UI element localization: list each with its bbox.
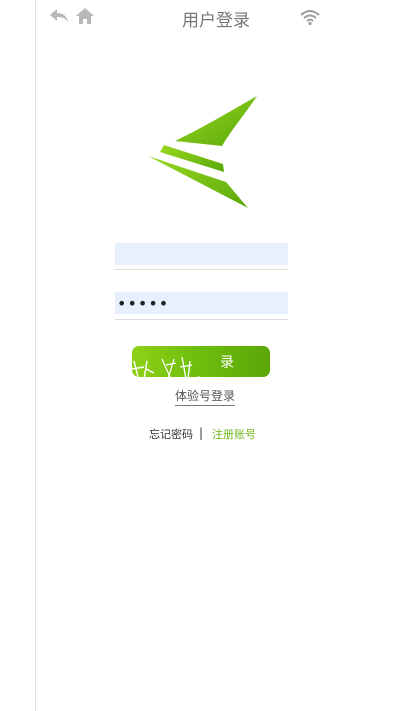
register-link[interactable]: 注册账号 [212,426,256,442]
trial-login-link[interactable]: 体验号登录 [175,387,236,406]
login-watermark [131,356,201,380]
link-separator: | [199,426,204,440]
left-divider [35,0,36,711]
forgot-password-link[interactable]: 忘记密码 [149,426,193,442]
top-bar: 用户登录 [0,0,400,34]
login-button-label: 录 [220,355,234,371]
page-title: 用户登录 [182,11,250,31]
app-logo [148,96,257,208]
username-underline [115,269,288,270]
password-underline [115,319,288,320]
wifi-icon [300,10,320,26]
password-field[interactable] [115,292,288,314]
username-field[interactable] [115,243,288,265]
